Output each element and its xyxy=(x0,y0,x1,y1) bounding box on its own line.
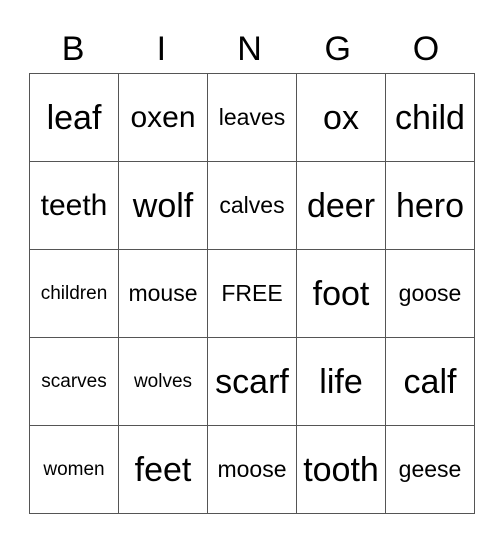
bingo-cell[interactable]: wolf xyxy=(118,161,208,250)
bingo-cell[interactable]: child xyxy=(385,73,475,162)
bingo-cell[interactable]: women xyxy=(29,425,119,514)
bingo-cell[interactable]: wolves xyxy=(118,337,208,426)
bingo-cell[interactable]: feet xyxy=(118,425,208,514)
bingo-cell[interactable]: teeth xyxy=(29,161,119,250)
bingo-cell[interactable]: leaf xyxy=(29,73,119,162)
header-letter: I xyxy=(156,30,167,68)
header-letter: G xyxy=(324,30,351,68)
bingo-cell[interactable]: oxen xyxy=(118,73,208,162)
header-letter: B xyxy=(61,30,85,68)
grid-row: women feet moose tooth geese xyxy=(29,425,475,514)
bingo-cell[interactable]: goose xyxy=(385,249,475,338)
header-letter: N xyxy=(237,30,262,68)
bingo-cell[interactable]: tooth xyxy=(296,425,386,514)
bingo-grid: leaf oxen leaves ox child teeth wolf calves deer… xyxy=(29,73,475,514)
grid-row: leaf oxen leaves ox child xyxy=(29,73,475,162)
bingo-cell[interactable]: calves xyxy=(207,161,297,250)
bingo-cell[interactable]: hero xyxy=(385,161,475,250)
grid-row: teeth wolf calves deer hero xyxy=(29,161,475,250)
bingo-cell[interactable]: mouse xyxy=(118,249,208,338)
bingo-cell[interactable]: deer xyxy=(296,161,386,250)
bingo-cell[interactable]: calf xyxy=(385,337,475,426)
bingo-cell[interactable]: scarf xyxy=(207,337,297,426)
bingo-cell[interactable]: scarves xyxy=(29,337,119,426)
bingo-cell[interactable]: geese xyxy=(385,425,475,514)
bingo-cell[interactable]: foot xyxy=(296,249,386,338)
header-letter: O xyxy=(412,30,440,68)
free-space-cell[interactable]: FREE xyxy=(207,249,297,338)
bingo-cell[interactable]: ox xyxy=(296,73,386,162)
grid-row: scarves wolves scarf life calf xyxy=(29,337,475,426)
bingo-cell[interactable]: children xyxy=(29,249,119,338)
bingo-cell[interactable]: moose xyxy=(207,425,297,514)
bingo-header: B I N G O xyxy=(29,28,470,73)
bingo-cell[interactable]: life xyxy=(296,337,386,426)
bingo-cell[interactable]: leaves xyxy=(207,73,297,162)
grid-row: children mouse FREE foot goose xyxy=(29,249,475,338)
